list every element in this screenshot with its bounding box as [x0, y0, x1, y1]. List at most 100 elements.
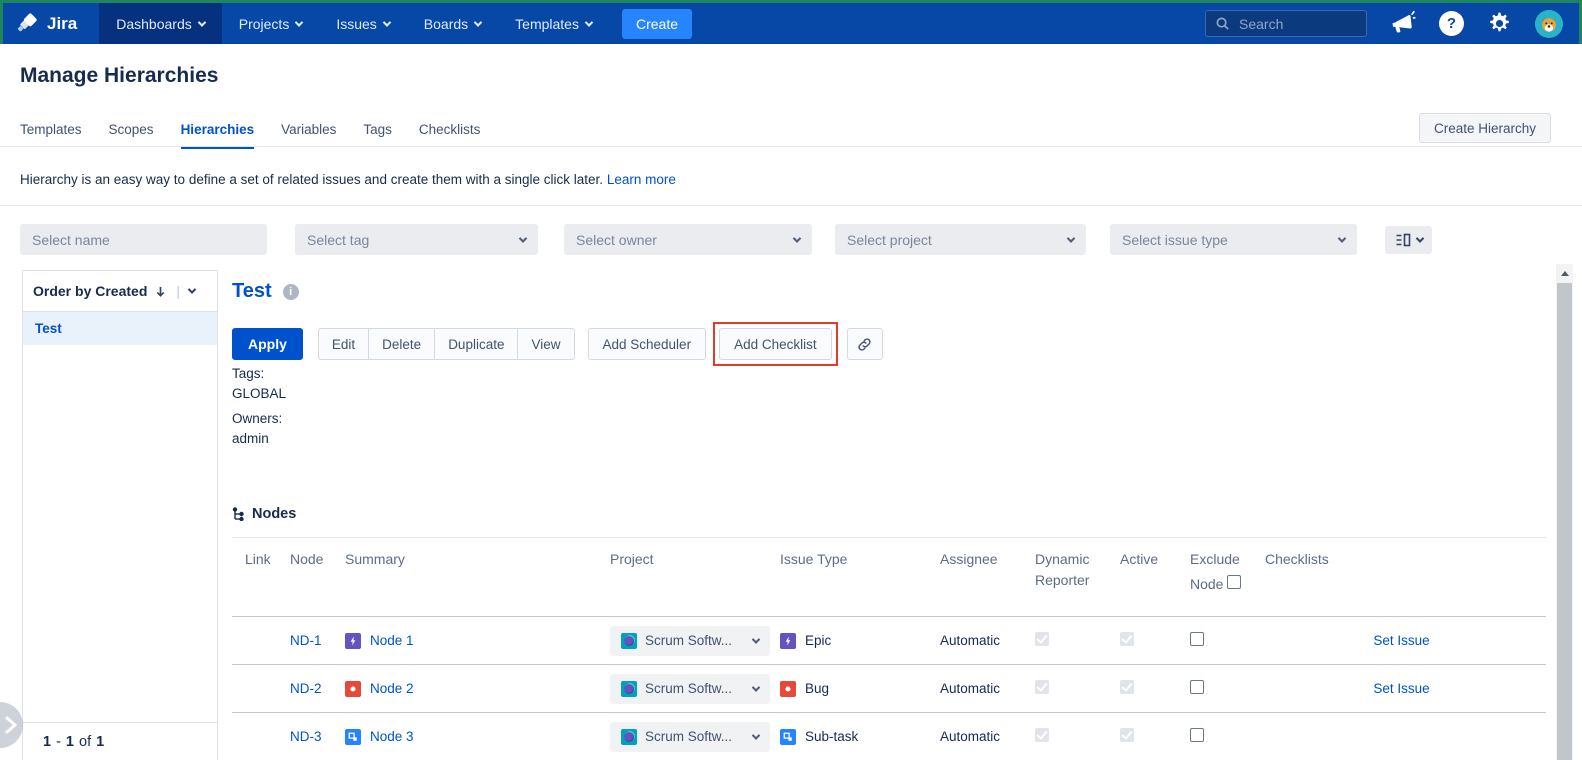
create-hierarchy-button[interactable]: Create Hierarchy	[1419, 113, 1551, 143]
nodes-table: Link Node Summary Project Issue Type Ass…	[232, 537, 1546, 760]
pagination-total: 1	[96, 734, 104, 750]
pagination-to: 1	[66, 734, 74, 750]
col-header-assignee: Assignee	[932, 549, 1027, 616]
col-header-active: Active	[1112, 549, 1182, 616]
page-description: Hierarchy is an easy way to define a set…	[20, 172, 676, 187]
help-icon[interactable]: ?	[1439, 11, 1464, 36]
columns-list-icon	[1395, 233, 1411, 247]
assignee-cell: Automatic	[932, 633, 1027, 648]
project-dropdown[interactable]: Scrum Softw...	[610, 722, 770, 752]
create-button[interactable]: Create	[622, 9, 692, 39]
nav-item-label: Boards	[424, 16, 468, 32]
chevron-down-icon	[585, 18, 593, 26]
exclude-all-checkbox[interactable]	[1227, 575, 1241, 589]
global-search[interactable]	[1205, 10, 1367, 37]
filter-name[interactable]	[20, 224, 267, 255]
delete-button[interactable]: Delete	[369, 328, 435, 360]
annotation-highlight-box: Add Checklist	[713, 322, 838, 366]
node-key-link[interactable]: ND-1	[290, 633, 322, 648]
tab-tags[interactable]: Tags	[363, 122, 392, 149]
scroll-up-button[interactable]	[1556, 264, 1573, 282]
nav-item-issues[interactable]: Issues	[319, 3, 406, 44]
node-key-link[interactable]: ND-3	[290, 729, 322, 744]
node-summary-link[interactable]: Node 3	[370, 729, 414, 744]
bug-icon	[780, 681, 796, 697]
view-columns-button[interactable]	[1385, 226, 1432, 254]
issue-type-cell: Epic	[772, 633, 932, 649]
project-name: Scrum Softw...	[645, 681, 732, 696]
set-issue-link[interactable]: Set Issue	[1373, 681, 1429, 696]
nav-item-templates[interactable]: Templates	[498, 3, 609, 44]
tags-label: Tags:	[232, 364, 286, 384]
feedback-megaphone-icon[interactable]	[1389, 9, 1418, 38]
duplicate-button[interactable]: Duplicate	[435, 328, 518, 360]
order-by-header[interactable]: Order by Created |	[23, 271, 217, 312]
col-header-issue-type: Issue Type	[772, 549, 932, 616]
learn-more-link[interactable]: Learn more	[607, 172, 676, 187]
vertical-scrollbar[interactable]	[1556, 264, 1573, 760]
nav-item-boards[interactable]: Boards	[407, 3, 498, 44]
nodes-table-header: Link Node Summary Project Issue Type Ass…	[232, 537, 1546, 617]
tab-hierarchies[interactable]: Hierarchies	[181, 122, 255, 149]
chevron-down-icon[interactable]	[188, 285, 196, 293]
node-summary-link[interactable]: Node 1	[370, 633, 414, 648]
filter-project-select[interactable]: Select project	[835, 224, 1086, 255]
separator: |	[176, 283, 180, 299]
col-header-dynamic-reporter: Dynamic Reporter	[1027, 549, 1112, 616]
node-summary-link[interactable]: Node 2	[370, 681, 414, 696]
col-header-project: Project	[602, 549, 772, 616]
exclude-node-checkbox[interactable]	[1190, 632, 1204, 646]
nav-item-dashboards[interactable]: Dashboards	[99, 3, 222, 44]
nav-right-controls: ?	[1205, 3, 1579, 44]
hierarchy-list-panel: Order by Created | Test 1 - 1 of 1	[22, 270, 218, 760]
owners-label: Owners:	[232, 409, 286, 429]
chevron-down-icon	[198, 18, 206, 26]
tabs-divider	[0, 146, 1582, 147]
copy-link-button[interactable]	[847, 328, 883, 360]
project-dropdown[interactable]: Scrum Softw...	[610, 674, 770, 704]
sidebar-item-test[interactable]: Test	[23, 312, 217, 345]
tag-filter-label: Select tag	[307, 232, 369, 248]
project-avatar-icon	[621, 729, 637, 745]
hierarchy-tree-icon	[232, 507, 246, 521]
filter-issue-type-select[interactable]: Select issue type	[1110, 224, 1357, 255]
nav-item-projects[interactable]: Projects	[222, 3, 320, 44]
exclude-node-checkbox[interactable]	[1190, 728, 1204, 742]
nodes-heading-label: Nodes	[252, 506, 296, 522]
add-scheduler-button[interactable]: Add Scheduler	[588, 328, 707, 360]
jira-logo[interactable]: Jira	[3, 3, 99, 44]
arrow-down-icon[interactable]	[154, 285, 167, 298]
owner-filter-label: Select owner	[576, 232, 657, 248]
scrollbar-thumb[interactable]	[1557, 283, 1572, 760]
issue-type-filter-label: Select issue type	[1122, 232, 1228, 248]
epic-icon	[345, 633, 361, 649]
issue-type-cell: Sub-task	[772, 729, 932, 745]
view-button[interactable]: View	[518, 328, 574, 360]
set-issue-link[interactable]: Set Issue	[1373, 633, 1429, 648]
gear-icon[interactable]	[1487, 11, 1512, 36]
name-filter-input[interactable]	[32, 232, 255, 248]
tab-scopes[interactable]: Scopes	[109, 122, 154, 149]
tab-checklists[interactable]: Checklists	[419, 122, 481, 149]
apply-button[interactable]: Apply	[232, 328, 303, 360]
dynamic-reporter-checkbox	[1035, 728, 1049, 742]
col-header-link: Link	[232, 549, 282, 616]
tab-templates[interactable]: Templates	[20, 122, 82, 149]
node-key-link[interactable]: ND-2	[290, 681, 322, 696]
filter-tag-select[interactable]: Select tag	[295, 224, 538, 255]
exclude-node-checkbox[interactable]	[1190, 680, 1204, 694]
project-dropdown[interactable]: Scrum Softw...	[610, 626, 770, 656]
tab-bar: Templates Scopes Hierarchies Variables T…	[20, 122, 480, 149]
info-icon[interactable]: i	[283, 284, 299, 300]
issue-type-label: Sub-task	[805, 729, 858, 744]
filter-owner-select[interactable]: Select owner	[564, 224, 812, 255]
edit-button[interactable]: Edit	[318, 328, 369, 360]
nav-item-label: Dashboards	[116, 16, 192, 32]
tab-variables[interactable]: Variables	[281, 122, 336, 149]
chevron-down-icon	[752, 683, 760, 691]
user-avatar[interactable]	[1535, 10, 1563, 38]
add-checklist-button[interactable]: Add Checklist	[719, 328, 832, 360]
panel-collapse-handle[interactable]	[0, 702, 23, 748]
chevron-down-icon	[519, 234, 527, 242]
search-input[interactable]	[1239, 16, 1349, 32]
